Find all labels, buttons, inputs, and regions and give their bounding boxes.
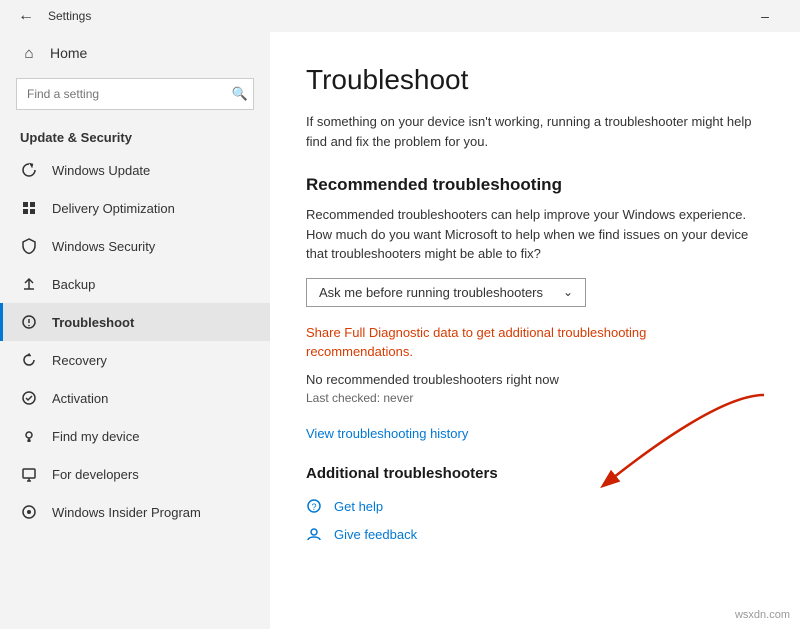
sidebar-item-label: Windows Insider Program	[52, 505, 201, 520]
give-feedback-icon	[306, 526, 324, 544]
backup-icon	[20, 275, 38, 293]
get-help-link[interactable]: ? Get help	[306, 498, 764, 516]
titlebar-left: ← Settings	[12, 2, 91, 30]
find-my-device-icon	[20, 427, 38, 445]
sidebar-item-backup[interactable]: Backup	[0, 265, 270, 303]
help-links: ? Get help Give feedback	[306, 498, 764, 544]
recommended-section-title: Recommended troubleshooting	[306, 175, 764, 195]
sidebar-item-label: Troubleshoot	[52, 315, 134, 330]
sidebar-item-delivery-optimization[interactable]: Delivery Optimization	[0, 189, 270, 227]
windows-update-icon	[20, 161, 38, 179]
sidebar-item-label: Windows Security	[52, 239, 155, 254]
view-history-link[interactable]: View troubleshooting history	[306, 426, 468, 441]
give-feedback-label: Give feedback	[334, 527, 417, 542]
content-area: Troubleshoot If something on your device…	[270, 32, 800, 629]
recovery-icon	[20, 351, 38, 369]
windows-insider-icon	[20, 503, 38, 521]
recommended-section-desc: Recommended troubleshooters can help imp…	[306, 205, 764, 264]
get-help-icon: ?	[306, 498, 324, 516]
sidebar-item-windows-security[interactable]: Windows Security	[0, 227, 270, 265]
windows-security-icon	[20, 237, 38, 255]
sidebar-item-label: Find my device	[52, 429, 139, 444]
search-input[interactable]	[16, 78, 254, 110]
sidebar-item-windows-update[interactable]: Windows Update	[0, 151, 270, 189]
titlebar: ← Settings –	[0, 0, 800, 32]
for-developers-icon	[20, 465, 38, 483]
sidebar-item-label: Recovery	[52, 353, 107, 368]
give-feedback-link[interactable]: Give feedback	[306, 526, 764, 544]
titlebar-title: Settings	[48, 9, 91, 23]
get-help-label: Get help	[334, 499, 383, 514]
sidebar-search-container: 🔍	[16, 78, 254, 110]
sidebar: ⌂ Home 🔍 Update & Security Windows Updat…	[0, 32, 270, 629]
sidebar-item-windows-insider[interactable]: Windows Insider Program	[0, 493, 270, 531]
additional-section-container: Additional troubleshooters	[306, 465, 764, 482]
sidebar-home-item[interactable]: ⌂ Home	[0, 32, 270, 74]
sidebar-item-recovery[interactable]: Recovery	[0, 341, 270, 379]
page-title: Troubleshoot	[306, 64, 764, 96]
home-icon: ⌂	[20, 44, 38, 62]
app-body: ⌂ Home 🔍 Update & Security Windows Updat…	[0, 32, 800, 629]
sidebar-item-label: For developers	[52, 467, 139, 482]
delivery-optimization-icon	[20, 199, 38, 217]
watermark: wsxdn.com	[735, 609, 790, 621]
arrow-container: Share Full Diagnostic data to get additi…	[306, 323, 764, 372]
sidebar-item-label: Backup	[52, 277, 95, 292]
sidebar-item-label: Delivery Optimization	[52, 201, 175, 216]
sidebar-item-for-developers[interactable]: For developers	[0, 455, 270, 493]
minimize-button[interactable]: –	[742, 0, 788, 32]
search-icon[interactable]: 🔍	[232, 86, 248, 102]
chevron-down-icon: ⌄	[563, 285, 573, 299]
sidebar-item-find-my-device[interactable]: Find my device	[0, 417, 270, 455]
troubleshoot-icon	[20, 313, 38, 331]
sidebar-item-label: Activation	[52, 391, 108, 406]
activation-icon	[20, 389, 38, 407]
svg-text:?: ?	[311, 502, 316, 512]
sidebar-item-troubleshoot[interactable]: Troubleshoot	[0, 303, 270, 341]
sidebar-home-label: Home	[50, 45, 87, 61]
sidebar-item-activation[interactable]: Activation	[0, 379, 270, 417]
no-troubleshooters-text: No recommended troubleshooters right now	[306, 372, 764, 387]
back-button[interactable]: ←	[12, 2, 40, 30]
page-description: If something on your device isn't workin…	[306, 112, 764, 151]
troubleshoot-dropdown[interactable]: Ask me before running troubleshooters ⌄	[306, 278, 586, 307]
last-checked-text: Last checked: never	[306, 391, 764, 405]
titlebar-controls: –	[742, 0, 788, 32]
dropdown-value: Ask me before running troubleshooters	[319, 285, 543, 300]
sidebar-section-title: Update & Security	[0, 122, 270, 151]
additional-section-title: Additional troubleshooters	[306, 465, 764, 482]
sidebar-item-label: Windows Update	[52, 163, 150, 178]
diagnostic-link[interactable]: Share Full Diagnostic data to get additi…	[306, 323, 686, 362]
